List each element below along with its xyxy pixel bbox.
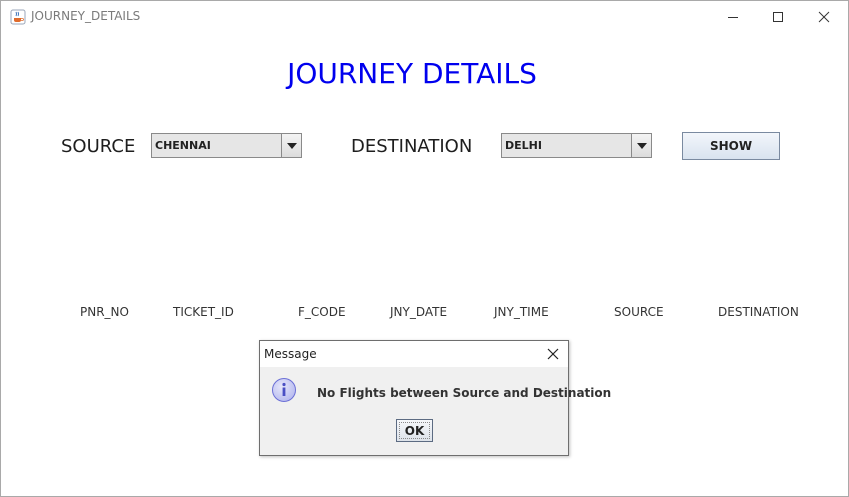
dialog-close-button[interactable] <box>544 345 562 363</box>
minimize-icon <box>728 16 738 18</box>
dialog-message: No Flights between Source and Destinatio… <box>317 386 612 400</box>
destination-dropdown[interactable]: DELHI <box>501 133 652 158</box>
destination-dropdown-value: DELHI <box>505 139 542 152</box>
column-header-pnr-no: PNR_NO <box>80 305 129 319</box>
page-title: JOURNEY DETAILS <box>287 57 537 90</box>
column-header-source: SOURCE <box>614 305 664 319</box>
close-icon <box>818 11 830 22</box>
column-header-ticket-id: TICKET_ID <box>173 305 234 319</box>
java-cup-icon <box>10 9 26 25</box>
column-header-destination: DESTINATION <box>718 305 799 319</box>
source-label: SOURCE <box>61 136 136 157</box>
close-button[interactable] <box>801 1 847 32</box>
destination-label: DESTINATION <box>351 136 473 157</box>
ok-button[interactable]: OK <box>396 419 433 442</box>
minimize-button[interactable] <box>710 1 756 32</box>
close-icon <box>547 348 559 360</box>
journey-details-window: JOURNEY_DETAILS JOURNEY DETAILS SOURCE C… <box>0 0 849 497</box>
column-header-f-code: F_CODE <box>298 305 346 319</box>
info-icon <box>271 377 297 403</box>
chevron-down-icon[interactable] <box>631 134 651 157</box>
window-title: JOURNEY_DETAILS <box>31 9 141 23</box>
column-header-jny-time: JNY_TIME <box>494 305 549 319</box>
source-dropdown-value: CHENNAI <box>155 139 211 152</box>
title-bar: JOURNEY_DETAILS <box>1 1 848 32</box>
maximize-button[interactable] <box>755 1 801 32</box>
maximize-icon <box>773 11 783 22</box>
dialog-title-bar: Message <box>260 341 568 367</box>
source-dropdown[interactable]: CHENNAI <box>151 133 302 158</box>
column-header-jny-date: JNY_DATE <box>390 305 448 319</box>
chevron-down-icon[interactable] <box>281 134 301 157</box>
show-button[interactable]: SHOW <box>682 132 780 160</box>
dialog-title: Message <box>264 347 317 361</box>
message-dialog: Message No Flights between Source and De… <box>259 340 611 456</box>
